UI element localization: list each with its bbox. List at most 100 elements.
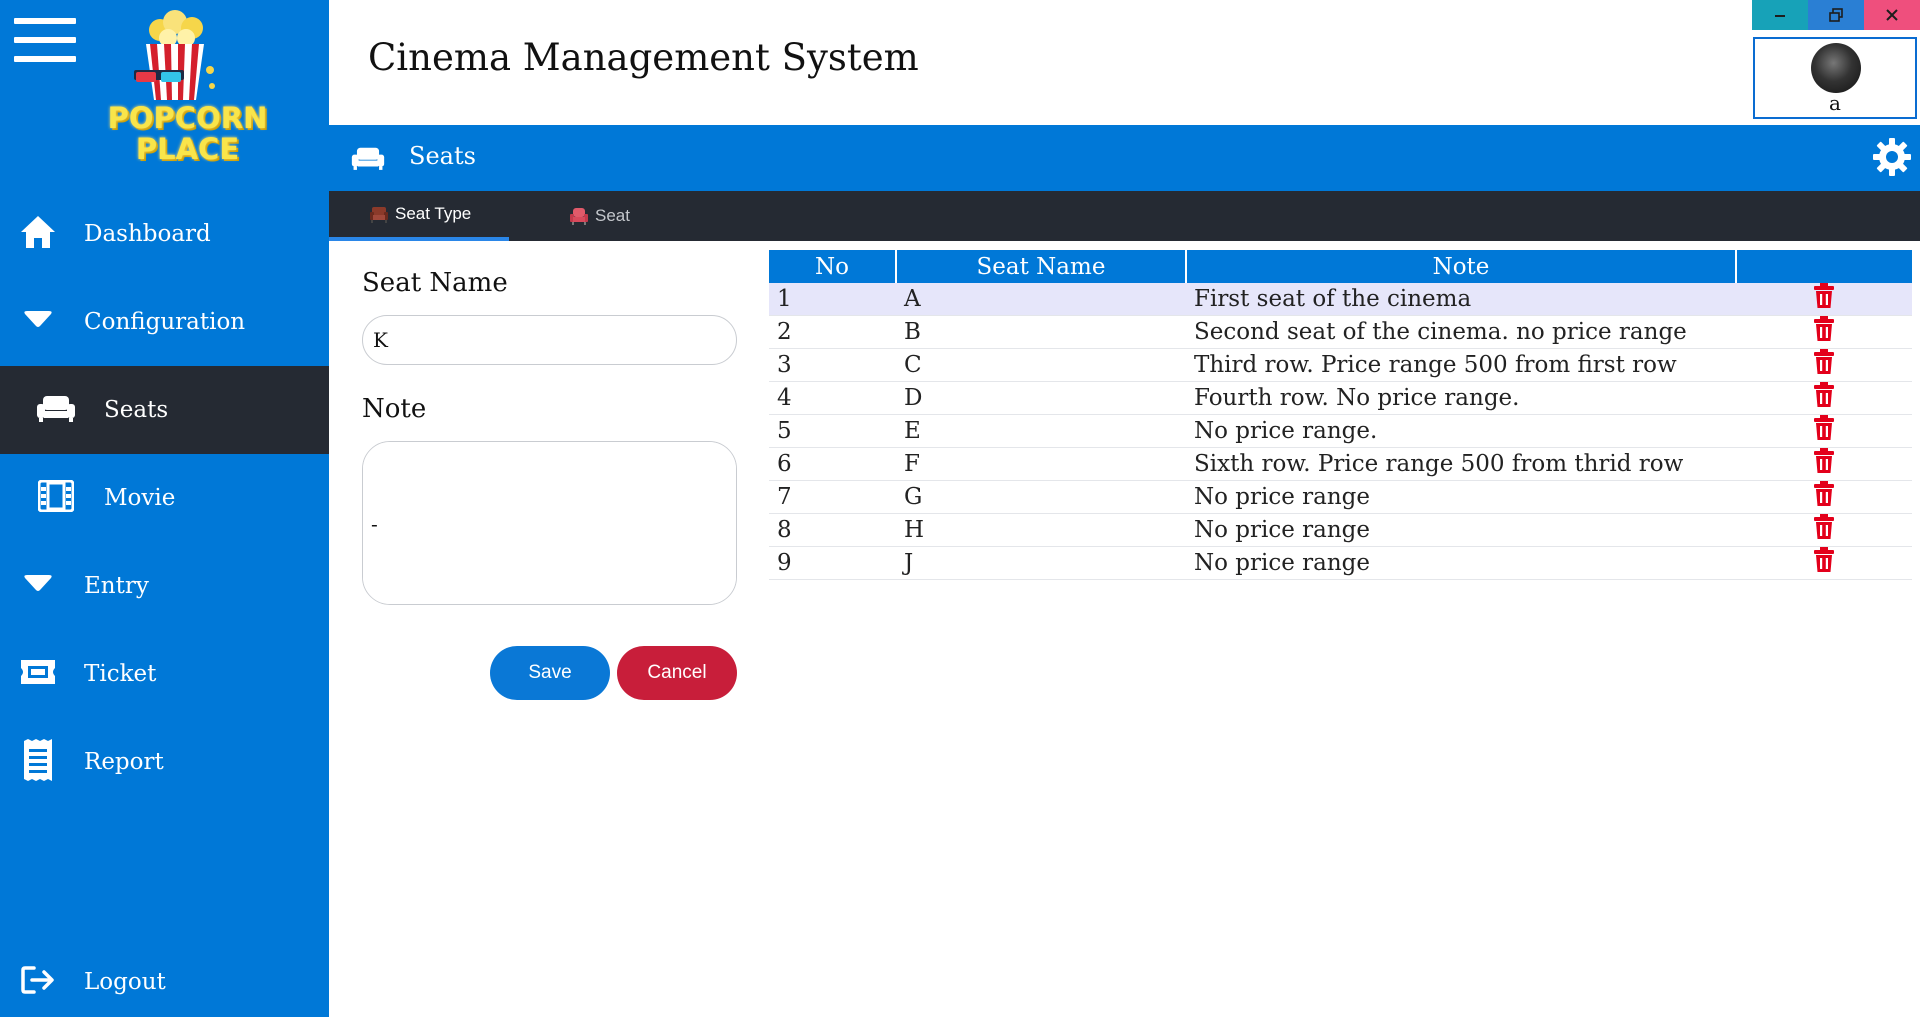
close-icon	[1886, 9, 1898, 21]
cell-note: First seat of the cinema	[1186, 283, 1736, 316]
table-row[interactable]: 2 B Second seat of the cinema. no price ra…	[769, 315, 1912, 349]
cell-no: 2	[769, 315, 896, 349]
minimize-button[interactable]	[1752, 0, 1808, 30]
seat-name-label: Seat Name	[362, 268, 508, 298]
cell-note: No price range.	[1186, 414, 1736, 448]
trash-icon[interactable]	[1813, 382, 1835, 414]
sidebar-item-logout[interactable]: Logout	[0, 938, 329, 1026]
table-row[interactable]: 8 H No price range	[769, 513, 1912, 547]
seat-icon	[569, 207, 589, 225]
cell-no: 9	[769, 546, 896, 580]
column-header-no[interactable]: No	[769, 250, 897, 283]
cell-no: 1	[769, 283, 896, 316]
trash-icon[interactable]	[1813, 448, 1835, 480]
sidebar-item-ticket[interactable]: Ticket	[0, 630, 329, 718]
cell-note: Sixth row. Price range 500 from thrid ro…	[1186, 447, 1736, 481]
trash-icon[interactable]	[1813, 283, 1835, 315]
sofa-icon	[36, 388, 76, 428]
table-row[interactable]: 7 G No price range	[769, 480, 1912, 514]
avatar	[1811, 43, 1861, 93]
cell-seat-name: C	[896, 348, 1186, 382]
seat-type-table: No Seat Name Note 1 A First seat of the ci…	[769, 250, 1912, 580]
sidebar-item-dashboard[interactable]: Dashboard	[0, 190, 329, 278]
user-name: a	[1829, 91, 1841, 115]
cell-no: 4	[769, 381, 896, 415]
trash-icon[interactable]	[1813, 481, 1835, 513]
cell-note: Fourth row. No price range.	[1186, 381, 1736, 415]
cell-note: No price range	[1186, 546, 1736, 580]
hamburger-menu-icon[interactable]	[14, 18, 76, 66]
trash-icon[interactable]	[1813, 316, 1835, 348]
home-icon	[18, 212, 58, 252]
table-row[interactable]: 9 J No price range	[769, 546, 1912, 580]
section-title: Seats	[409, 142, 476, 170]
table-row[interactable]: 4 D Fourth row. No price range.	[769, 381, 1912, 415]
cell-delete	[1736, 480, 1912, 514]
seat-name-input[interactable]	[362, 315, 737, 365]
restore-button[interactable]	[1808, 0, 1864, 30]
film-icon	[36, 476, 76, 516]
cell-seat-name: F	[896, 447, 1186, 481]
minimize-icon	[1775, 15, 1785, 17]
cell-note: No price range	[1186, 480, 1736, 514]
sidebar-item-entry[interactable]: Entry	[0, 542, 329, 630]
tab-seat[interactable]: Seat	[569, 191, 689, 241]
sidebar-item-configuration[interactable]: Configuration	[0, 278, 329, 366]
cell-delete	[1736, 513, 1912, 547]
table-row[interactable]: 5 E No price range.	[769, 414, 1912, 448]
tab-seat-type-label: Seat Type	[395, 204, 472, 223]
tab-seat-type[interactable]: Seat Type	[329, 191, 509, 241]
trash-icon[interactable]	[1813, 415, 1835, 447]
column-header-note[interactable]: Note	[1186, 250, 1737, 283]
trash-icon[interactable]	[1813, 514, 1835, 546]
popcorn-place-logo: POPCORN PLACE	[100, 8, 275, 173]
cell-delete	[1736, 348, 1912, 382]
cell-no: 8	[769, 513, 896, 547]
trash-icon[interactable]	[1813, 349, 1835, 381]
tab-bar: Seat Type Seat	[329, 191, 1920, 241]
table-row[interactable]: 1 A First seat of the cinema	[769, 283, 1912, 316]
cell-seat-name: A	[896, 283, 1186, 316]
cell-delete	[1736, 381, 1912, 415]
cell-seat-name: G	[896, 480, 1186, 514]
note-label: Note	[362, 394, 427, 424]
cell-seat-name: D	[896, 381, 1186, 415]
logo-text: POPCORN PLACE	[107, 101, 268, 166]
column-header-actions	[1736, 250, 1912, 283]
column-header-seat-name[interactable]: Seat Name	[896, 250, 1187, 283]
table-row[interactable]: 3 C Third row. Price range 500 from first …	[769, 348, 1912, 382]
ticket-icon	[18, 652, 58, 692]
note-input[interactable]: -	[362, 441, 737, 605]
cell-no: 5	[769, 414, 896, 448]
popcorn-bucket-icon	[134, 10, 215, 100]
cell-delete	[1736, 447, 1912, 481]
sidebar-item-movie[interactable]: Movie	[0, 454, 329, 542]
window-controls	[1752, 0, 1920, 30]
sidebar: POPCORN PLACE Dashboard Configuration Se…	[0, 0, 329, 1017]
cancel-button[interactable]: Cancel	[617, 646, 737, 700]
close-button[interactable]	[1864, 0, 1920, 30]
restore-icon	[1829, 8, 1843, 22]
table-header-row: No Seat Name Note	[769, 250, 1912, 283]
cell-delete	[1736, 414, 1912, 448]
trash-icon[interactable]	[1813, 547, 1835, 579]
cell-delete	[1736, 283, 1912, 316]
logout-icon	[18, 960, 58, 1000]
cell-delete	[1736, 546, 1912, 580]
save-button[interactable]: Save	[490, 646, 610, 700]
cell-note: Second seat of the cinema. no price rang…	[1186, 315, 1736, 349]
gear-icon[interactable]	[1872, 137, 1912, 181]
receipt-icon	[18, 739, 58, 781]
armchair-icon	[369, 205, 389, 223]
user-profile[interactable]: a	[1753, 37, 1917, 119]
section-header: Seats	[329, 125, 1920, 191]
cell-note: Third row. Price range 500 from first ro…	[1186, 348, 1736, 382]
cell-no: 6	[769, 447, 896, 481]
table-row[interactable]: 6 F Sixth row. Price range 500 from thrid …	[769, 447, 1912, 481]
sidebar-item-seats[interactable]: Seats	[0, 366, 329, 454]
sidebar-item-report[interactable]: Report	[0, 718, 329, 806]
cell-seat-name: J	[896, 546, 1186, 580]
tab-seat-label: Seat	[595, 206, 630, 225]
cell-seat-name: E	[896, 414, 1186, 448]
caret-down-icon	[18, 564, 58, 604]
